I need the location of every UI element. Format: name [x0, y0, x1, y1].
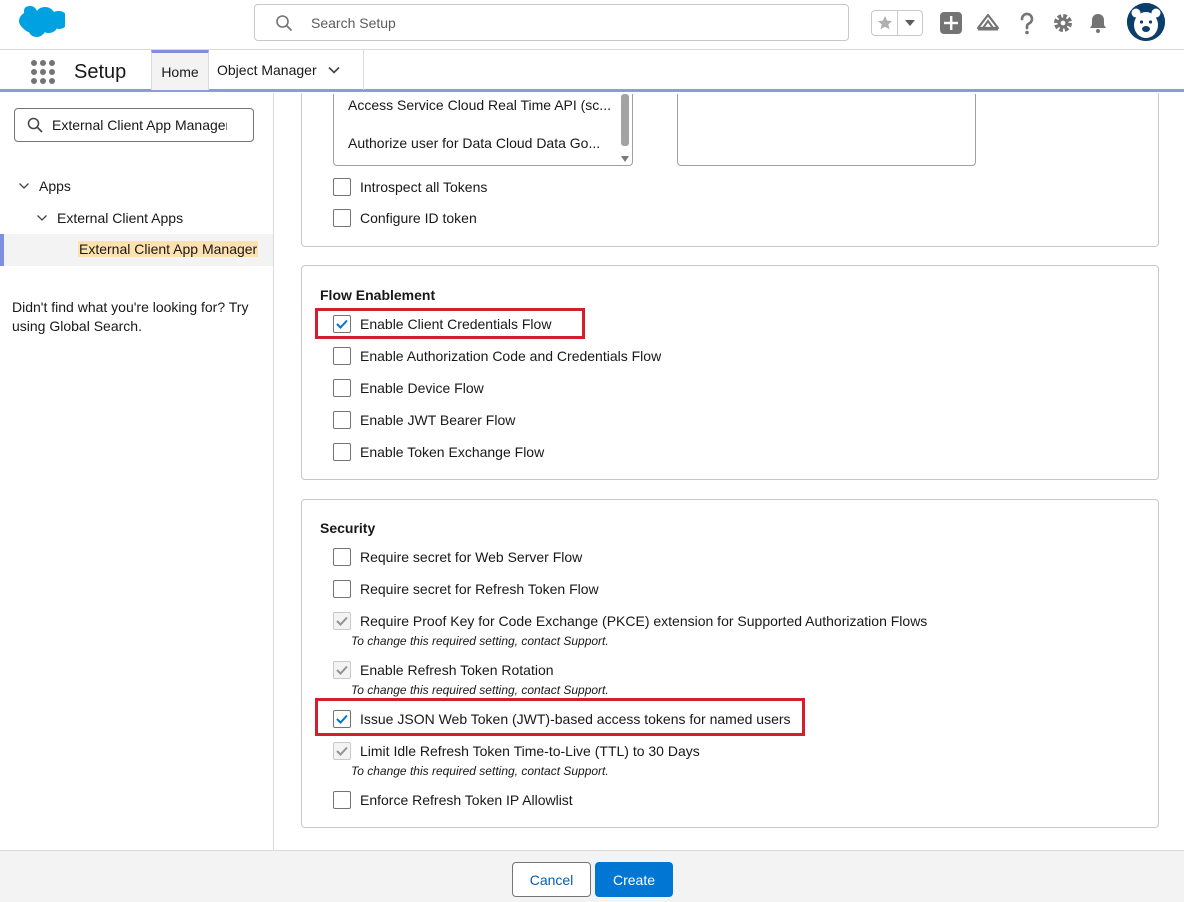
checkmark-icon [336, 746, 348, 756]
checkmark-icon [336, 665, 348, 675]
available-scopes-list[interactable]: Access Service Cloud Real Time API (sc..… [333, 94, 633, 166]
chevron-down-icon[interactable] [327, 63, 341, 77]
app-name: Setup [74, 61, 127, 83]
tree-item-label: External Client App Manager [78, 241, 259, 257]
checkbox-box [333, 661, 351, 679]
limit-idle-refresh-token-ttl-checkbox: Limit Idle Refresh Token Time-to-Live (T… [333, 742, 700, 760]
checkbox-box[interactable] [333, 791, 351, 809]
quick-find-input[interactable] [52, 117, 227, 133]
checkbox-box[interactable] [333, 209, 351, 227]
required-setting-note: To change this required setting, contact… [351, 683, 609, 697]
gear-icon[interactable] [1050, 10, 1076, 36]
checkbox-box[interactable] [333, 443, 351, 461]
required-setting-note: To change this required setting, contact… [351, 764, 609, 778]
highlight-annotation [315, 698, 805, 736]
salesforce-cloud-logo[interactable] [17, 6, 65, 40]
scroll-down-arrow-icon[interactable] [621, 156, 629, 162]
list-option[interactable]: Authorize user for Data Cloud Data Go... [348, 135, 600, 151]
scrollbar-thumb[interactable] [621, 94, 629, 146]
tree-item-label: Apps [39, 178, 71, 194]
global-search-input[interactable] [311, 14, 791, 31]
checkbox-box[interactable] [333, 178, 351, 196]
add-icon[interactable] [938, 10, 964, 36]
oauth-scopes-card: Access Service Cloud Real Time API (sc..… [301, 93, 1159, 247]
favorites-control[interactable] [871, 10, 923, 36]
help-icon[interactable] [1014, 10, 1040, 36]
checkbox-label: Enable Device Flow [360, 380, 484, 396]
require-secret-refresh-token-flow-checkbox[interactable]: Require secret for Refresh Token Flow [333, 580, 599, 598]
sidebar-help-text: Didn't find what you're looking for? Try… [12, 299, 249, 334]
enable-device-flow-checkbox[interactable]: Enable Device Flow [333, 379, 484, 397]
trailhead-icon[interactable] [975, 10, 1001, 36]
checkbox-box[interactable] [333, 379, 351, 397]
tree-item-external-client-app-manager[interactable]: External Client App Manager [0, 234, 273, 266]
checkbox-label: Enable Refresh Token Rotation [360, 662, 554, 678]
configure-id-token-checkbox[interactable]: Configure ID token [333, 209, 477, 227]
tab-object-manager[interactable]: Object Manager [209, 50, 364, 90]
checkbox-box [333, 612, 351, 630]
flow-enablement-card: Flow Enablement Enable Client Credential… [301, 265, 1159, 480]
checkbox-box[interactable] [333, 548, 351, 566]
setup-sidebar: Apps External Client Apps External Clien… [0, 93, 274, 850]
selected-scopes-list[interactable] [677, 94, 976, 166]
checkbox-label: Enable Token Exchange Flow [360, 444, 545, 460]
require-pkce-checkbox: Require Proof Key for Code Exchange (PKC… [333, 612, 927, 630]
main-content: Access Service Cloud Real Time API (sc..… [275, 93, 1184, 850]
checkbox-label: Require secret for Refresh Token Flow [360, 581, 599, 597]
avatar[interactable] [1127, 3, 1165, 41]
checkbox-box[interactable] [333, 411, 351, 429]
enable-refresh-token-rotation-checkbox: Enable Refresh Token Rotation [333, 661, 554, 679]
section-title: Security [320, 520, 376, 536]
introspect-all-tokens-checkbox[interactable]: Introspect all Tokens [333, 178, 487, 196]
chevron-down-icon[interactable] [18, 180, 30, 192]
chevron-down-icon[interactable] [36, 212, 48, 224]
require-secret-web-server-flow-checkbox[interactable]: Require secret for Web Server Flow [333, 548, 582, 566]
checkmark-icon [336, 616, 348, 626]
checkbox-label: Configure ID token [360, 210, 477, 226]
tree-item-label: External Client Apps [57, 210, 184, 226]
cancel-button[interactable]: Cancel [512, 862, 591, 897]
search-icon [276, 14, 292, 31]
section-title: Flow Enablement [320, 287, 436, 303]
list-scrollbar[interactable] [620, 94, 630, 162]
checkbox-box [333, 742, 351, 760]
list-option[interactable]: Access Service Cloud Real Time API (sc..… [348, 97, 611, 113]
search-icon [27, 117, 43, 133]
required-setting-note: To change this required setting, contact… [351, 634, 609, 648]
highlight-annotation [315, 308, 585, 339]
checkbox-label: Enforce Refresh Token IP Allowlist [360, 792, 573, 808]
checkbox-label: Require secret for Web Server Flow [360, 549, 583, 565]
checkbox-box[interactable] [333, 347, 351, 365]
context-nav-bar: Setup Home Object Manager [0, 50, 1184, 92]
tab-object-manager-label: Object Manager [217, 62, 317, 78]
security-card: Security Require secret for Web Server F… [301, 499, 1159, 828]
app-launcher-icon[interactable] [30, 59, 56, 85]
checkbox-label: Introspect all Tokens [360, 179, 488, 195]
enable-jwt-bearer-flow-checkbox[interactable]: Enable JWT Bearer Flow [333, 411, 515, 429]
global-search-box[interactable] [254, 4, 849, 41]
checkbox-label: Enable JWT Bearer Flow [360, 412, 516, 428]
create-button[interactable]: Create [595, 862, 673, 897]
enforce-refresh-token-ip-allowlist-checkbox[interactable]: Enforce Refresh Token IP Allowlist [333, 791, 573, 809]
global-header [0, 0, 1184, 50]
checkbox-label: Enable Authorization Code and Credential… [360, 348, 662, 364]
quick-find-box[interactable] [14, 108, 254, 142]
star-icon[interactable] [872, 11, 898, 35]
chevron-down-icon[interactable] [898, 11, 922, 35]
tree-item-external-client-apps[interactable]: External Client Apps [36, 210, 183, 226]
modal-footer: Cancel Create [0, 850, 1184, 902]
tab-home[interactable]: Home [151, 50, 209, 90]
checkbox-label: Limit Idle Refresh Token Time-to-Live (T… [360, 743, 700, 759]
checkbox-box[interactable] [333, 580, 351, 598]
checkbox-label: Require Proof Key for Code Exchange (PKC… [360, 613, 928, 629]
bell-icon[interactable] [1085, 10, 1111, 36]
enable-authorization-code-and-credentials-flow-checkbox[interactable]: Enable Authorization Code and Credential… [333, 347, 661, 365]
tree-item-apps[interactable]: Apps [18, 178, 71, 194]
enable-token-exchange-flow-checkbox[interactable]: Enable Token Exchange Flow [333, 443, 544, 461]
